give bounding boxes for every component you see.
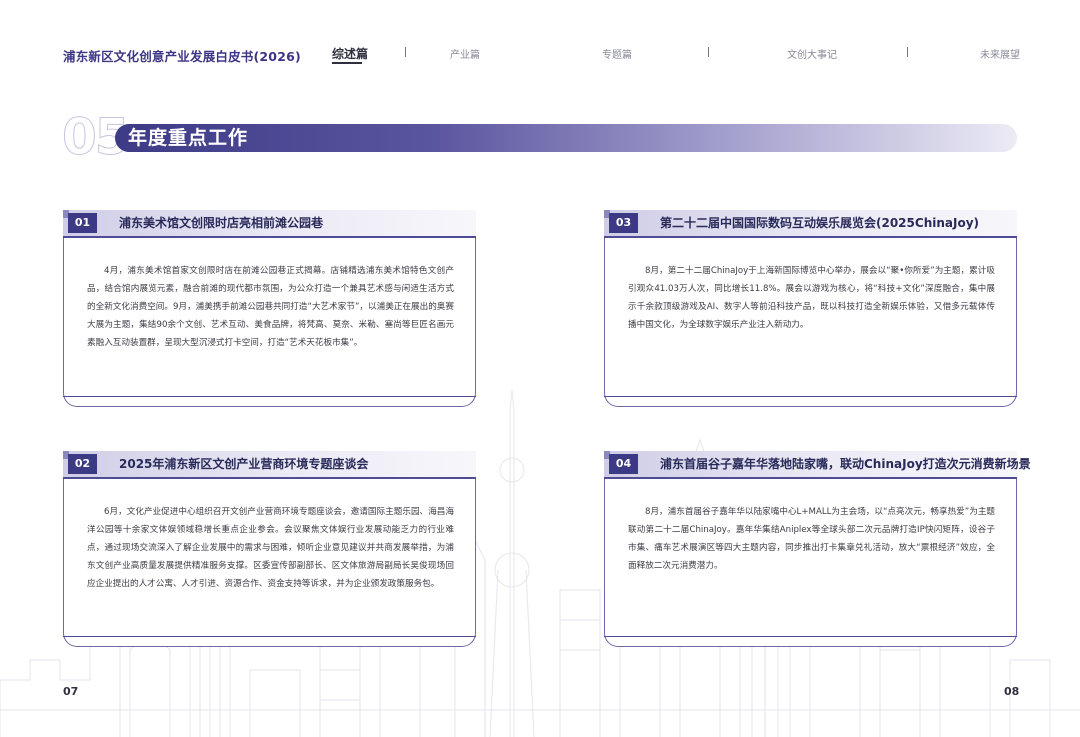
event-card-01: 01 浦东美术馆文创限时店亮相前滩公园巷 4月，浦东美术馆首家文创限时店在前滩公…	[63, 210, 476, 407]
section-nav: 综述篇 产业篇 专题篇 文创大事记 未来展望	[332, 46, 1022, 64]
card-footer-line	[604, 396, 1017, 407]
section-banner	[115, 124, 1017, 152]
card-footer-line	[604, 636, 1017, 647]
event-card-02: 02 2025年浦东新区文创产业营商环境专题座谈会 6月，文化产业促进中心组织召…	[63, 451, 476, 647]
document-title: 浦东新区文化创意产业发展白皮书(2026)	[63, 49, 301, 64]
card-header-rule	[604, 477, 1017, 479]
nav-separator	[405, 47, 406, 57]
card-header-rule	[63, 477, 476, 479]
card-number: 03	[609, 213, 638, 233]
nav-tab-topics[interactable]: 专题篇	[602, 46, 632, 61]
event-card-03: 03 第二十二届中国国际数码互动娱乐展览会(2025ChinaJoy) 8月，第…	[604, 210, 1017, 407]
nav-tab-outlook[interactable]: 未来展望	[980, 46, 1020, 61]
nav-tab-overview[interactable]: 综述篇	[332, 45, 368, 62]
event-card-04: 04 浦东首届谷子嘉年华落地陆家嘴，联动ChinaJoy打造次元消费新场景 8月…	[604, 451, 1031, 647]
card-body: 6月，文化产业促进中心组织召开文创产业营商环境专题座谈会，邀请国际主题乐园、海昌…	[87, 507, 454, 589]
page-number-right: 08	[1004, 685, 1020, 698]
card-body: 4月，浦东美术馆首家文创限时店在前滩公园巷正式揭幕。店铺精选浦东美术馆特色文创产…	[87, 266, 454, 348]
card-footer-line	[63, 396, 476, 407]
card-title: 2025年浦东新区文创产业营商环境专题座谈会	[119, 457, 369, 471]
card-body: 8月，浦东首届谷子嘉年华以陆家嘴中心L+MALL为主会场，以“点亮次元，畅享热爱…	[628, 507, 996, 571]
page-number-left: 07	[63, 685, 79, 698]
card-number: 02	[68, 454, 97, 474]
page-header: 浦东新区文化创意产业发展白皮书(2026) 综述篇 产业篇 专题篇 文创大事记 …	[0, 0, 1080, 70]
card-title: 浦东首届谷子嘉年华落地陆家嘴，联动ChinaJoy打造次元消费新场景	[660, 457, 1031, 471]
card-body: 8月，第二十二届ChinaJoy于上海新国际博览中心举办，展会以“聚•你所爱”为…	[628, 266, 995, 330]
nav-tab-industry[interactable]: 产业篇	[450, 46, 480, 61]
nav-separator	[708, 47, 709, 57]
card-number: 04	[609, 454, 638, 474]
section-title: 年度重点工作	[128, 127, 249, 149]
nav-separator	[907, 47, 908, 57]
nav-active-underline	[332, 62, 362, 64]
card-header-rule	[604, 236, 1017, 238]
card-number: 01	[68, 213, 97, 233]
card-footer-line	[63, 636, 476, 647]
card-header-rule	[63, 236, 476, 238]
nav-tab-events[interactable]: 文创大事记	[787, 46, 837, 61]
card-title: 第二十二届中国国际数码互动娱乐展览会(2025ChinaJoy)	[660, 216, 980, 230]
card-title: 浦东美术馆文创限时店亮相前滩公园巷	[119, 216, 324, 230]
